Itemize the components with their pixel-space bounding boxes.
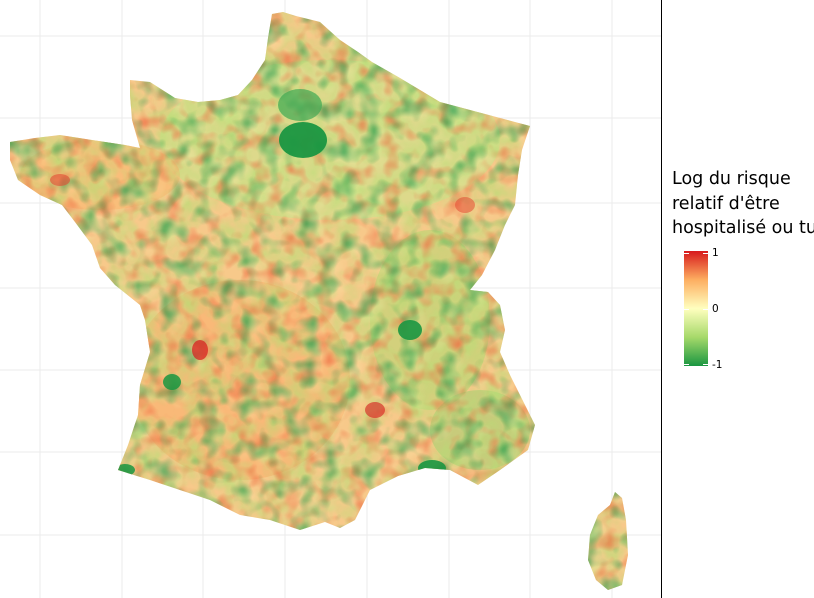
colorbar-tick [703,309,708,310]
legend-title-line: relatif d'être [672,193,780,214]
legend-min-label: -1 [712,359,723,371]
panel-divider [661,0,662,598]
choropleth-map [0,0,661,598]
legend-mid-label: 0 [712,303,719,315]
legend-max-label: 1 [712,247,719,259]
colorbar-tick [684,364,689,365]
colorbar-tick [684,309,689,310]
colorbar-tick [703,364,708,365]
legend-title: Log du risque relatif d'être hospitalisé… [672,167,814,241]
colorbar-tick [703,253,708,254]
risk-surface [10,12,628,590]
colorbar-tick [684,253,689,254]
legend-title-line: hospitalisé ou tué [672,218,814,238]
map-panel [0,0,661,598]
legend-title-line: Log du risque [672,169,791,189]
